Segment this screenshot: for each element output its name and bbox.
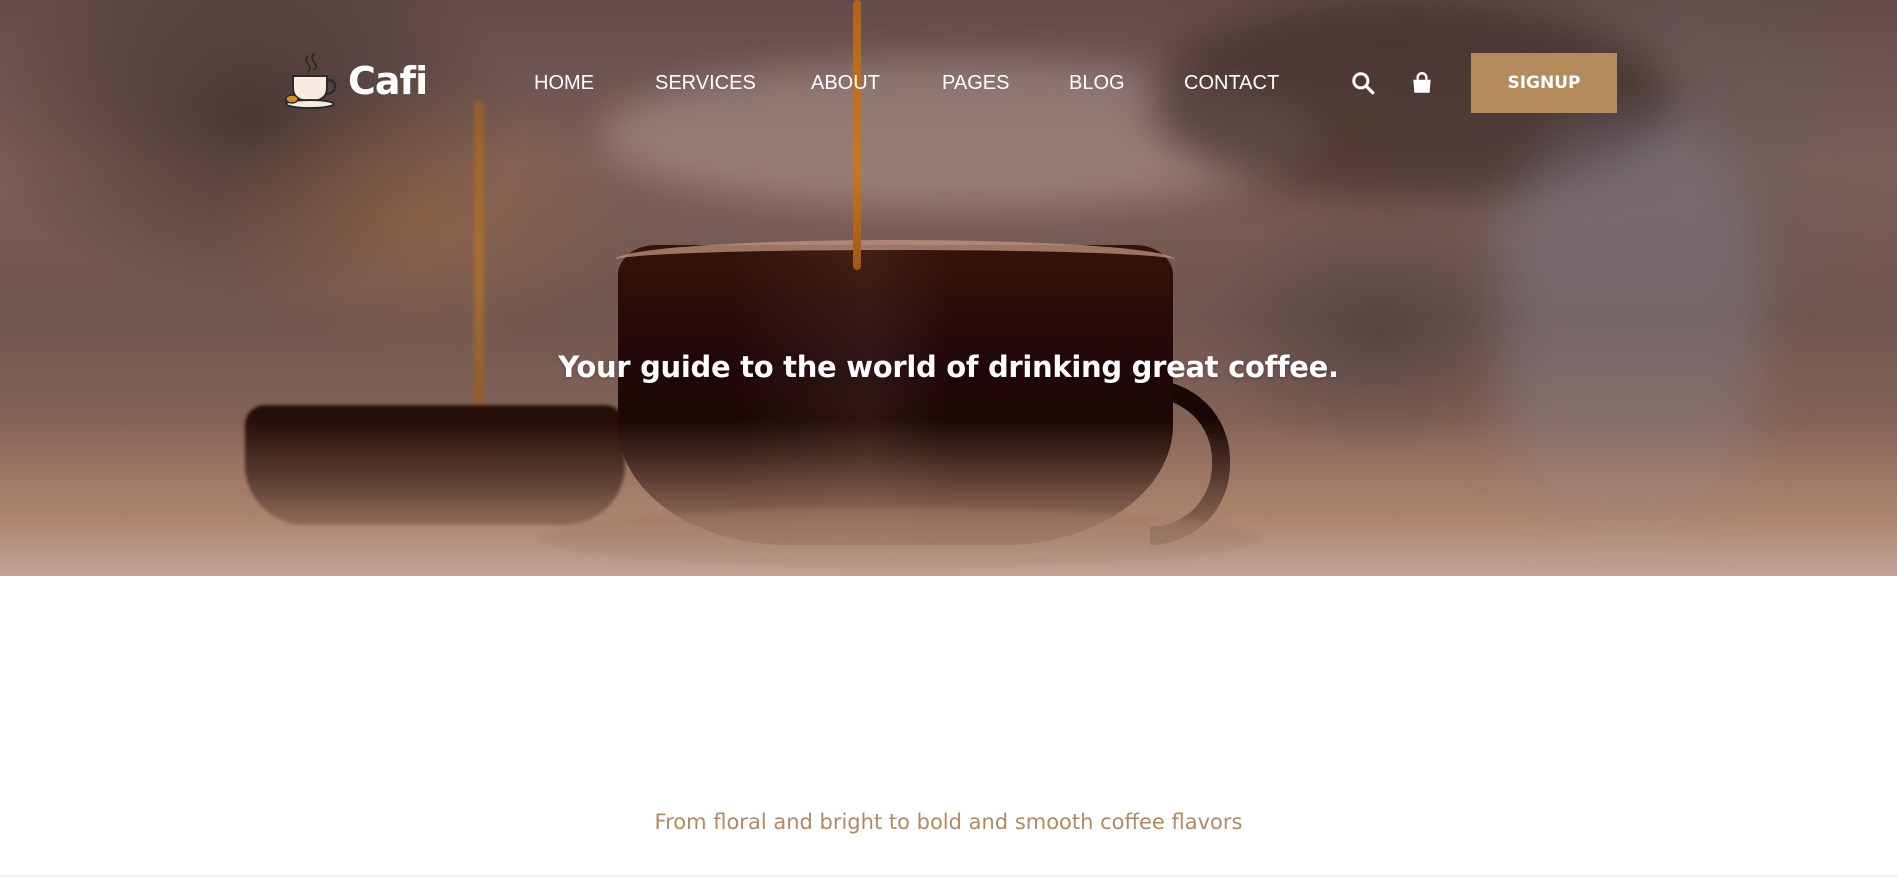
nav-item-services[interactable]: SERVICES (655, 72, 811, 94)
coffee-cup-icon (285, 53, 337, 109)
shopping-bag-icon (1413, 72, 1431, 93)
hero-title: Your guide to the world of drinking grea… (558, 350, 1339, 384)
nav-item-about[interactable]: ABOUT (811, 72, 942, 94)
nav-item-home[interactable]: HOME (534, 72, 655, 94)
section-tagline: From floral and bright to bold and smoot… (654, 810, 1243, 834)
search-icon (1352, 72, 1375, 95)
main-nav: HOME SERVICES ABOUT PAGES BLOG CONTACT (534, 72, 1304, 94)
search-button[interactable] (1350, 70, 1376, 96)
cart-button[interactable] (1409, 70, 1435, 96)
brand-logo[interactable]: Cafi (282, 52, 428, 110)
nav-item-contact[interactable]: CONTACT (1184, 72, 1304, 94)
brand-name: Cafi (348, 59, 428, 103)
nav-item-blog[interactable]: BLOG (1069, 72, 1184, 94)
nav-item-pages[interactable]: PAGES (942, 72, 1069, 94)
signup-button[interactable]: SIGNUP (1471, 53, 1617, 113)
